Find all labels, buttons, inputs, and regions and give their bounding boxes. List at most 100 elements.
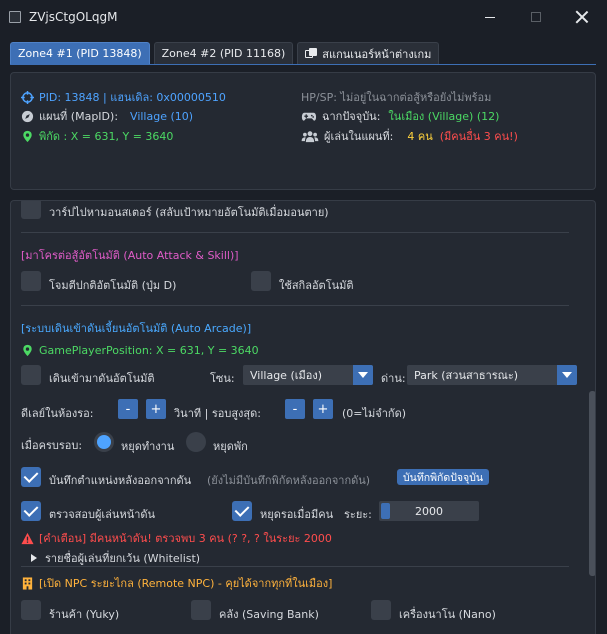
stop-work-label: หยุดทำงาน (121, 440, 175, 453)
game-position-text: GamePlayerPosition: X = 631, Y = 3640 (39, 344, 259, 357)
npc-shop-label: ร้านค้า (Yuky) (49, 608, 120, 621)
warp-monster-label: วาร์ปไปหามอนสเตอร์ (สลับเป้าหมายอัตโนมัต… (49, 206, 329, 219)
dungeon-select[interactable]: Park (สวนสาธารณะ) (407, 365, 577, 385)
check-players-label: ตรวจสอบผู้เล่นหน้าดัน (49, 508, 156, 521)
seconds-label: วินาที | รอบสูงสุด: (174, 407, 261, 420)
auto-walk-label: เดินเข้ามาดันอัตโนมัติ (49, 372, 155, 385)
arcade-section-header: [ระบบเดินเข้าดันเจี้ยนอัตโนมัติ (Auto Ar… (21, 322, 252, 335)
divider (21, 232, 569, 233)
players-row: ผู้เล่นในแผนที่: 4 คน (มีคนอื่น 3 คน!) (301, 127, 518, 145)
window-title: ZVjsCtgOLqgM (29, 10, 118, 24)
tab-label: สแกนเนอร์หน้าต่างเกม (322, 47, 432, 61)
divider (21, 305, 569, 306)
tab-zone4-1[interactable]: Zone4 #1 (PID 13848) (10, 42, 150, 64)
tab-zone4-2[interactable]: Zone4 #2 (PID 11168) (153, 42, 294, 64)
dungeon-label: ด่าน: (381, 372, 406, 385)
maximize-icon (531, 12, 541, 22)
warp-monster-checkbox[interactable] (21, 201, 41, 219)
scene-value: ในเมือง (Village) (12) (388, 110, 500, 123)
distance-label: ระยะ: (344, 508, 372, 521)
hpsp-status: HP/SP: ไม่อยู่ในฉากต่อสู้หรือยังไม่พร้อม (301, 88, 491, 106)
auto-attack-checkbox[interactable] (21, 271, 41, 291)
wait-when-players-checkbox[interactable] (232, 501, 252, 521)
slider-handle[interactable] (381, 503, 390, 519)
gamepad-icon (301, 112, 317, 121)
warning-row: [คำเตือน] มีคนหน้าดัน! ตรวจพบ 3 คน (? ?,… (21, 529, 332, 547)
npc-shop-checkbox[interactable] (21, 600, 41, 620)
check-players-checkbox[interactable] (21, 501, 41, 521)
npc-bank-checkbox[interactable] (191, 600, 211, 620)
distance-slider[interactable]: 2000 (379, 501, 479, 521)
game-position-row: GamePlayerPosition: X = 631, Y = 3640 (21, 344, 259, 357)
status-panel: PID: 13848 | แฮนเดิล: 0x00000510 แผนที่ … (10, 72, 596, 190)
settings-panel[interactable]: วาร์ปไปหามอนสเตอร์ (สลับเป้าหมายอัตโนมัต… (10, 200, 596, 634)
save-position-note: (ยังไม่มีบันทึกพิกัดหลังออกจากดัน) (207, 474, 371, 487)
delay-decrement-button[interactable]: - (118, 399, 138, 419)
npc-nano-label: เครื่องนาโน (Nano) (399, 608, 496, 621)
save-current-position-button[interactable]: บันทึกพิกัดปัจจุบัน (397, 469, 490, 485)
stop-work-radio[interactable] (94, 432, 114, 452)
vertical-scrollbar[interactable] (588, 201, 595, 634)
close-icon (576, 11, 588, 23)
players-value: 4 คน (407, 130, 433, 143)
map-value: Village (10) (130, 109, 194, 123)
map-pin-icon (23, 344, 32, 357)
tab-divider (10, 64, 596, 65)
map-row: แผนที่ (MapID): Village (10) (21, 107, 193, 125)
tab-bar: Zone4 #1 (PID 13848) Zone4 #2 (PID 11168… (10, 42, 440, 64)
zone-label: โซน: (210, 372, 235, 385)
rounds-increment-button[interactable]: + (313, 399, 333, 419)
auto-skill-checkbox[interactable] (251, 271, 271, 291)
minimize-icon (485, 16, 495, 18)
warning-text: [คำเตือน] มีคนหน้าดัน! ตรวจพบ 3 คน (? ?,… (39, 532, 332, 545)
npc-section-header: [เปิด NPC ระยะไกล (Remote NPC) - คุยได้จ… (21, 574, 332, 592)
warning-icon (21, 532, 34, 544)
players-extra: (มีคนอื่น 3 คน!) (439, 130, 518, 143)
zone-select-value: Village (เมือง) (250, 369, 323, 382)
app-icon (9, 11, 21, 23)
auto-attack-label: โจมตีปกติอัตโนมัติ (ปุ่ม D) (49, 279, 177, 292)
scene-row: ฉากปัจจุบัน: ในเมือง (Village) (12) (301, 107, 499, 125)
map-label: แผนที่ (MapID): (39, 110, 119, 123)
auto-skill-label: ใช้สกิลอัตโนมัติ (279, 279, 354, 292)
close-button[interactable] (559, 0, 605, 34)
building-icon (22, 576, 33, 590)
rounds-decrement-button[interactable]: - (285, 399, 305, 419)
rounds-note: (0=ไม่จำกัด) (342, 407, 407, 420)
hpsp-text: HP/SP: ไม่อยู่ในฉากต่อสู้หรือยังไม่พร้อม (301, 91, 492, 104)
on-complete-label: เมื่อครบรอบ: (21, 439, 83, 452)
zone-select[interactable]: Village (เมือง) (243, 365, 373, 385)
npc-section-title: [เปิด NPC ระยะไกล (Remote NPC) - คุยได้จ… (39, 577, 333, 590)
chevron-down-icon (353, 365, 373, 385)
players-label: ผู้เล่นในแผนที่: (324, 130, 394, 143)
windows-icon (305, 48, 318, 59)
auto-walk-checkbox[interactable] (21, 365, 41, 385)
whitelist-toggle[interactable]: รายชื่อผู้เล่นที่ยกเว้น (Whitelist) (31, 549, 200, 567)
coords-row: พิกัด : X = 631, Y = 3640 (21, 127, 173, 145)
scrollbar-thumb[interactable] (589, 391, 595, 576)
coords-text: พิกัด : X = 631, Y = 3640 (39, 130, 174, 143)
delay-increment-button[interactable]: + (146, 399, 166, 419)
chevron-right-icon (31, 554, 37, 562)
tab-label: Zone4 #1 (PID 13848) (18, 47, 142, 60)
chevron-down-icon (557, 365, 577, 385)
minimize-button[interactable] (467, 0, 513, 34)
scene-label: ฉากปัจจุบัน: (322, 110, 381, 123)
save-position-checkbox[interactable] (21, 467, 41, 487)
npc-nano-checkbox[interactable] (371, 600, 391, 620)
maximize-button[interactable] (513, 0, 559, 34)
crosshair-icon (21, 90, 34, 104)
delay-label: ดีเลย์ในห้องรอ: (21, 407, 94, 420)
wait-when-players-label: หยุดรอเมื่อมีคน (260, 508, 334, 521)
divider (21, 566, 569, 567)
pid-text: PID: 13848 | แฮนเดิล: 0x00000510 (39, 91, 226, 104)
save-position-label: บันทึกตำแหน่งหลังออกจากดัน (49, 474, 192, 487)
tab-window-scanner[interactable]: สแกนเนอร์หน้าต่างเกม (297, 42, 440, 64)
whitelist-label: รายชื่อผู้เล่นที่ยกเว้น (Whitelist) (45, 552, 201, 565)
tab-label: Zone4 #2 (PID 11168) (161, 47, 286, 60)
dungeon-select-value: Park (สวนสาธารณะ) (414, 369, 519, 382)
map-pin-icon (23, 130, 32, 142)
distance-value: 2000 (415, 504, 443, 518)
pid-row: PID: 13848 | แฮนเดิล: 0x00000510 (21, 88, 226, 106)
stop-rest-radio[interactable] (186, 432, 206, 452)
